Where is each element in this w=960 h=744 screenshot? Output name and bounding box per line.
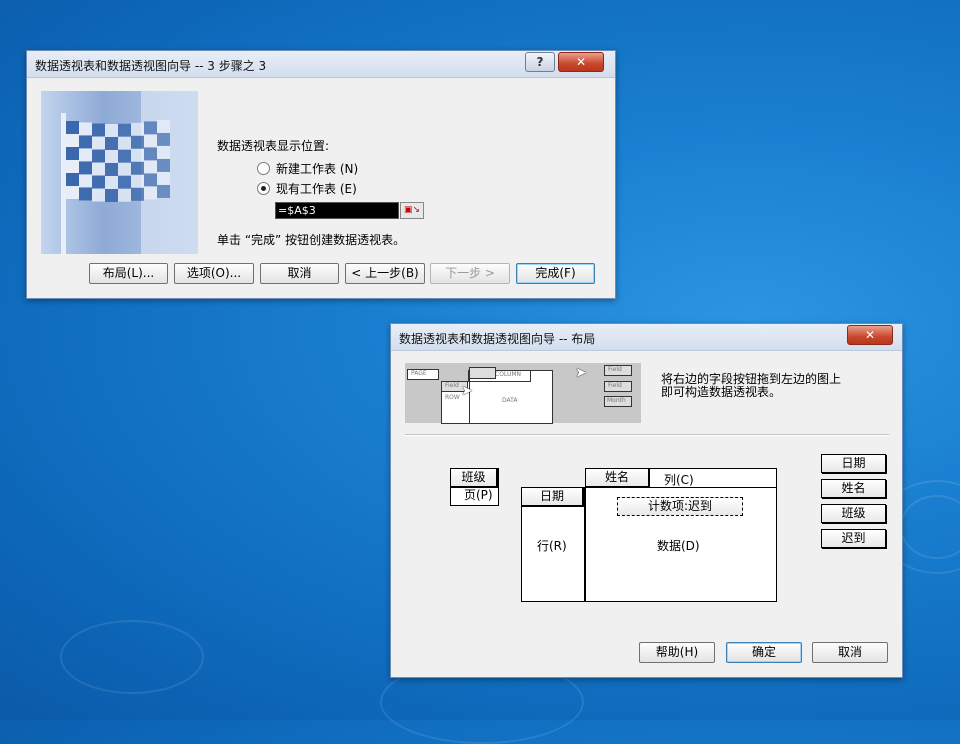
radio-new-sheet[interactable]: 新建工作表 (N) [257, 160, 358, 177]
radio-new-sheet-indicator[interactable] [257, 162, 270, 175]
field-button-late[interactable]: 迟到 [821, 529, 886, 548]
preview-field-small-label: Field [445, 382, 459, 389]
collapse-dialog-button[interactable]: ▣↘ [400, 202, 424, 219]
data-field-button[interactable]: 计数项:迟到 [617, 497, 743, 516]
close-button[interactable]: ✕ [847, 325, 893, 345]
page-field-button[interactable]: 班级 [450, 468, 497, 487]
ok-button[interactable]: 确定 [726, 642, 802, 663]
field-button-date[interactable]: 日期 [821, 454, 886, 473]
range-select-icon: ▣↘ [403, 205, 421, 215]
close-button[interactable]: ✕ [558, 52, 604, 72]
row-area-label: 行(R) [537, 539, 567, 553]
field-button-name[interactable]: 姓名 [821, 479, 886, 498]
layout-button[interactable]: 布局(L)... [89, 263, 168, 284]
reference-input[interactable]: =$A$3 [275, 202, 399, 219]
preview-column-label: COLUMN [495, 371, 522, 378]
finish-hint: 单击 “完成” 按钮创建数据透视表。 [217, 233, 406, 247]
pointer-cursor-icon: ➤ [575, 365, 587, 381]
help-button[interactable]: ? [525, 52, 555, 72]
help-button[interactable]: 帮助(H) [639, 642, 715, 663]
pivot-wizard-layout-dialog: 数据透视表和数据透视图向导 -- 布局 ✕ PAGE ROW Field COL… [390, 323, 903, 678]
cancel-button[interactable]: 取消 [812, 642, 888, 663]
preview-data-label: DATA [502, 397, 518, 404]
data-area-label: 数据(D) [657, 539, 700, 553]
layout-preview-image: PAGE ROW Field COLUMN DATA Field Field M… [405, 363, 641, 424]
radio-existing-sheet-label: 现有工作表 (E) [276, 182, 357, 196]
wizard-flag-image [41, 91, 198, 254]
preview-page-box: PAGE [407, 369, 439, 380]
preview-field-list-1: Field [604, 365, 632, 376]
dialog-titlebar: 数据透视表和数据透视图向导 -- 3 步骤之 3 ? ✕ [27, 51, 615, 78]
radio-new-sheet-label: 新建工作表 (N) [276, 162, 359, 176]
location-label: 数据透视表显示位置: [217, 139, 330, 153]
options-button[interactable]: 选项(O)... [174, 263, 254, 284]
checkered-flag-icon [61, 91, 198, 254]
column-area-label: 列(C) [664, 473, 694, 487]
pointer-cursor-icon: ➤ [461, 383, 473, 399]
next-button[interactable]: 下一步 > [430, 263, 510, 284]
radio-existing-sheet[interactable]: 现有工作表 (E) [257, 180, 357, 197]
preview-field-list-1-label: Field [608, 366, 622, 373]
dialog-titlebar: 数据透视表和数据透视图向导 -- 布局 ✕ [391, 324, 902, 351]
preview-page-label: PAGE [411, 370, 427, 377]
dialog-title: 数据透视表和数据透视图向导 -- 布局 [399, 332, 596, 346]
finish-button[interactable]: 完成(F) [516, 263, 595, 284]
field-button-class[interactable]: 班级 [821, 504, 886, 523]
cancel-button[interactable]: 取消 [260, 263, 339, 284]
pivot-wizard-step3-dialog: 数据透视表和数据透视图向导 -- 3 步骤之 3 ? ✕ 数据透视表显示位置: … [26, 50, 616, 299]
radio-existing-sheet-indicator[interactable] [257, 182, 270, 195]
background-ripple [60, 620, 204, 694]
preview-row-label: ROW [445, 394, 460, 401]
preview-field-list-2-label: Field [608, 382, 622, 389]
layout-instruction: 将右边的字段按钮拖到左边的图上 即可构造数据透视表。 [661, 372, 842, 399]
back-button[interactable]: < 上一步(B) [345, 263, 425, 284]
page-area-label: 页(P) [464, 488, 493, 502]
divider [405, 434, 889, 436]
preview-field-top [469, 367, 496, 379]
preview-field-list-3-label: Month [607, 397, 626, 404]
row-field-button[interactable]: 日期 [521, 487, 583, 506]
dialog-title: 数据透视表和数据透视图向导 -- 3 步骤之 3 [35, 59, 267, 73]
preview-field-list-2: Field [604, 381, 632, 392]
preview-field-list-3: Month [604, 396, 632, 407]
column-field-button[interactable]: 姓名 [585, 468, 649, 487]
